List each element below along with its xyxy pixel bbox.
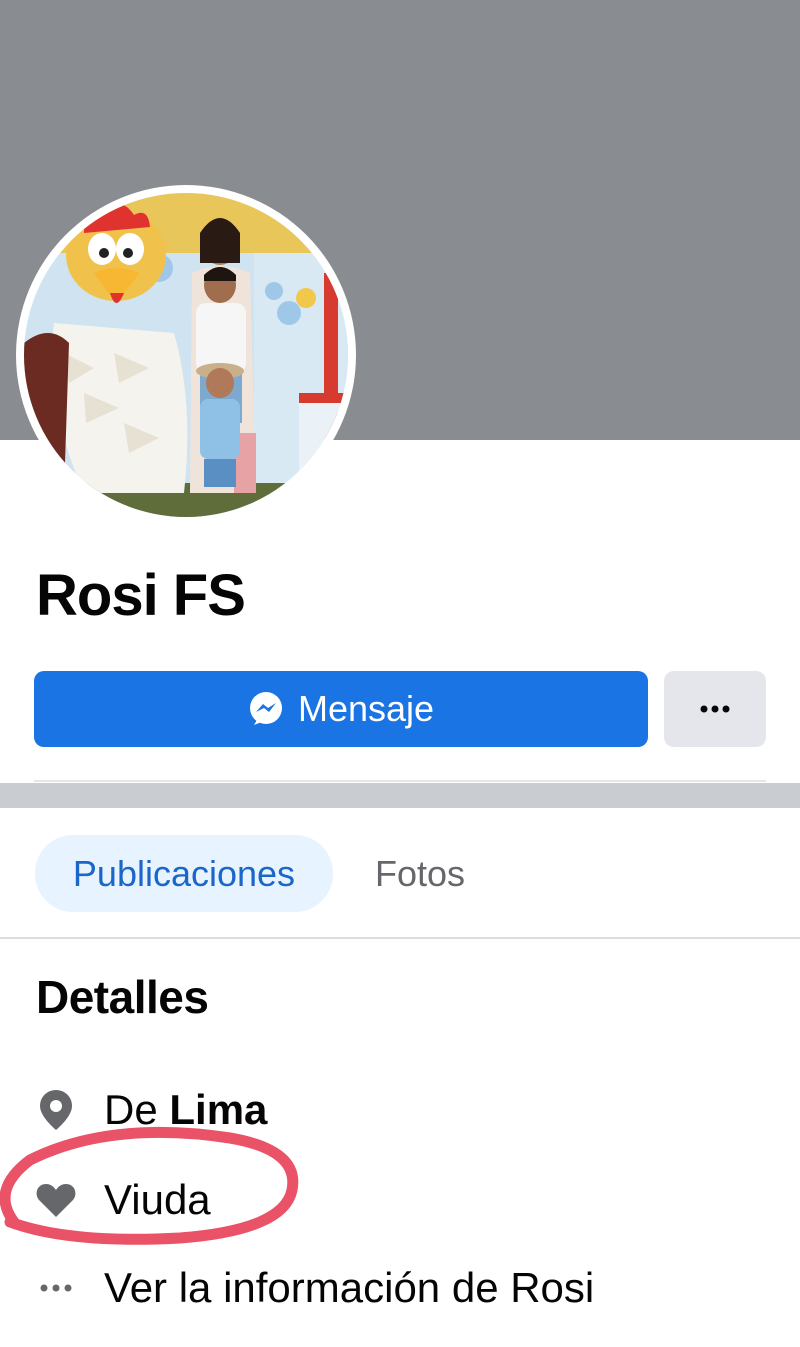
details-heading: Detalles	[36, 971, 209, 1023]
profile-picture[interactable]	[16, 185, 356, 525]
message-button[interactable]: Mensaje	[34, 671, 648, 747]
divider	[34, 780, 766, 782]
see-about-info-link[interactable]: Ver la información de Rosi	[36, 1258, 594, 1318]
section-separator	[0, 783, 800, 808]
relationship-status: Viuda	[104, 1176, 211, 1223]
more-icon	[700, 700, 730, 718]
more-options-button[interactable]	[664, 671, 766, 747]
hometown-city[interactable]: Lima	[169, 1086, 267, 1134]
see-about-info-label: Ver la información de Rosi	[104, 1264, 595, 1311]
profile-name: Rosi FS	[36, 563, 246, 628]
profile-photo-image	[24, 193, 348, 517]
heart-icon	[36, 1178, 76, 1222]
tab-publicaciones[interactable]: Publicaciones	[35, 835, 333, 912]
tab-label: Publicaciones	[72, 852, 296, 894]
detail-relationship: Viuda	[36, 1170, 211, 1230]
location-pin-icon	[36, 1088, 76, 1132]
messenger-icon	[248, 691, 284, 727]
detail-hometown: De Lima	[36, 1080, 267, 1140]
message-button-label: Mensaje	[297, 688, 435, 729]
tabs-divider	[0, 937, 800, 939]
tab-label: Fotos	[375, 852, 466, 894]
tab-fotos[interactable]: Fotos	[355, 835, 485, 912]
hometown-prefix: De	[104, 1086, 158, 1133]
ellipsis-icon	[36, 1266, 76, 1310]
